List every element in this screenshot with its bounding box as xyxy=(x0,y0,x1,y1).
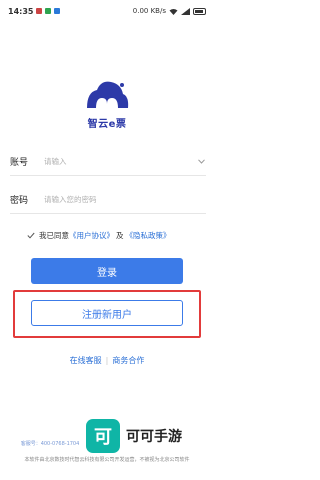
app-logo: 智云e票 xyxy=(0,78,214,130)
privacy-policy-link[interactable]: 《隐私政策》 xyxy=(126,230,171,241)
status-right: 0.00 KB/s xyxy=(133,7,206,15)
status-left: 14:35 xyxy=(8,6,61,16)
register-button[interactable]: 注册新用户 xyxy=(31,300,183,326)
copyright-text: 本软件由北京数技时代智云科技有限公司开发运营，不被视为北京公司软件 xyxy=(24,457,190,463)
logo-cloud-icon xyxy=(87,81,129,108)
online-support-link[interactable]: 在线客服 xyxy=(70,355,102,366)
watermark-logo: 可 xyxy=(86,419,120,453)
status-bar: 14:35 0.00 KB/s xyxy=(0,0,214,22)
agreement-prefix: 我已同意 xyxy=(39,231,69,240)
user-agreement-link[interactable]: 《用户协议》 xyxy=(69,230,114,241)
account-label: 账号 xyxy=(10,158,29,168)
signal-icon xyxy=(181,7,190,15)
password-label: 密码 xyxy=(10,196,29,206)
agreement-checkbox[interactable] xyxy=(26,231,35,240)
battery-icon xyxy=(193,7,206,15)
agreement-row: 我已同意 《用户协议》 及 《隐私政策》 xyxy=(26,230,171,241)
chevron-down-icon[interactable] xyxy=(196,157,206,167)
wifi-icon xyxy=(169,8,178,15)
notification-icon xyxy=(36,8,43,14)
divider: | xyxy=(105,356,109,365)
notification-icon xyxy=(54,8,61,14)
service-hotline: 客服号：400-0768-1704 xyxy=(20,441,80,447)
password-input[interactable] xyxy=(44,189,206,210)
watermark: 可 可可手游 xyxy=(86,418,210,454)
net-speed: 0.00 KB/s xyxy=(132,7,166,15)
account-input[interactable] xyxy=(44,151,196,172)
status-time: 14:35 xyxy=(8,6,34,16)
app-name: 智云e票 xyxy=(87,119,127,130)
business-link[interactable]: 商务合作 xyxy=(112,355,144,366)
password-row: 密码 xyxy=(10,186,206,214)
agreement-and: 及 xyxy=(116,231,124,240)
account-row: 账号 xyxy=(10,148,206,176)
bottom-links: 在线客服 | 商务合作 xyxy=(0,355,214,366)
watermark-text: 可可手游 xyxy=(126,429,182,445)
login-button[interactable]: 登录 xyxy=(31,258,183,284)
notification-icon xyxy=(45,8,52,14)
